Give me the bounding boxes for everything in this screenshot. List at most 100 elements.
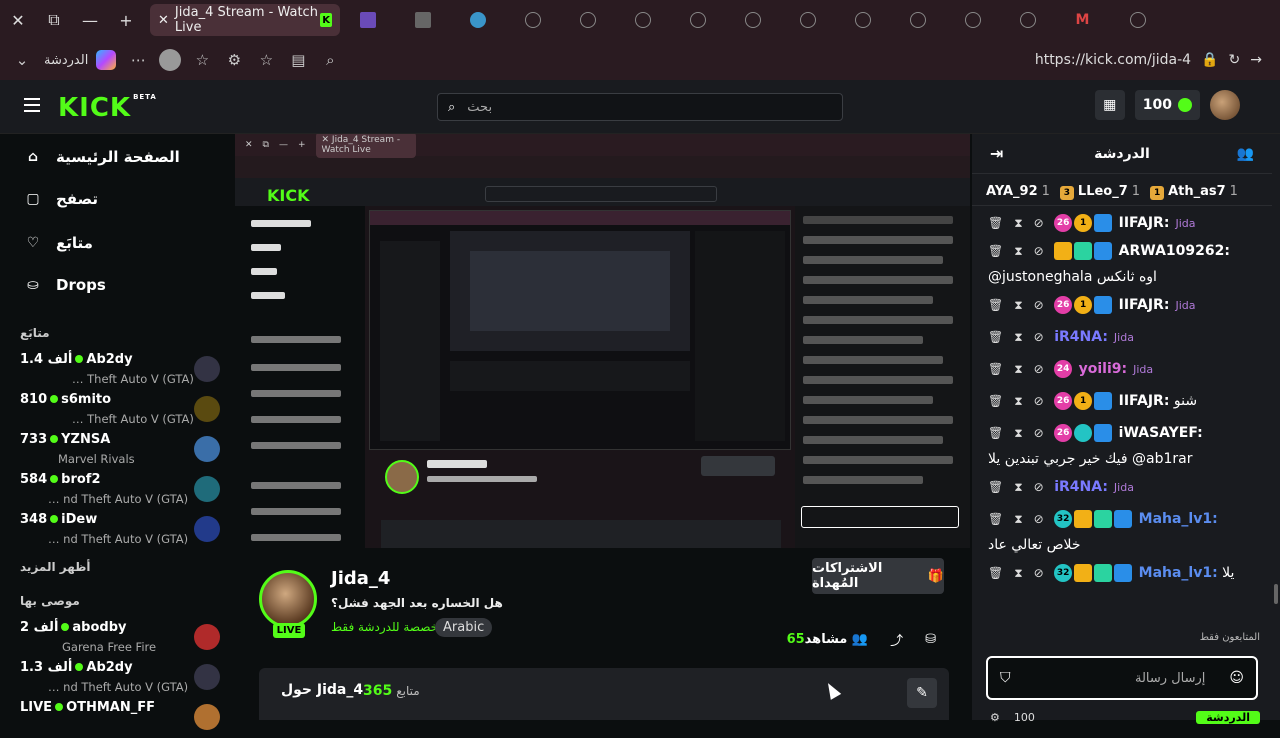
settings-icon[interactable]: ⚙ [990, 711, 1000, 724]
tab-globe[interactable] [835, 4, 890, 36]
tab-globe[interactable] [560, 4, 615, 36]
chat-message[interactable]: 🗑 ⧗ ⊘ ARWA109262: @justoneghala اوه ثانكس [988, 238, 1266, 290]
chat-message[interactable]: 🗑 ⧗ ⊘ 26 1 IIFAJR: Jida [988, 292, 1266, 319]
sidebar-item-following[interactable]: ♡ متابَع [24, 234, 93, 252]
gift-icon: 🎁 [927, 568, 944, 584]
copilot-button[interactable]: الدردشة [38, 50, 122, 70]
url-field[interactable]: https://kick.com/jida-4 🔒 ↻ → [1035, 52, 1274, 68]
chat-message[interactable]: 🗑 ⧗ ⊘ 26 iWASAYEF: فيك خير جربي تبندين يلا… [988, 420, 1266, 472]
search-placeholder: بحث [467, 99, 493, 115]
forward-icon[interactable]: → [1250, 52, 1262, 68]
favorite-add-icon[interactable]: ☆ [250, 44, 282, 76]
coins-button[interactable]: 100 [1134, 90, 1200, 120]
streamer-name[interactable]: Jida_4 [331, 568, 390, 589]
gifter-item[interactable]: AYA_92 1 [986, 184, 1050, 199]
tab-globe[interactable] [670, 4, 725, 36]
clip-icon[interactable]: ⛁ [925, 632, 936, 647]
ban-icon: ⊘ [1033, 362, 1044, 376]
users-icon[interactable]: 👥 [1237, 146, 1254, 162]
profile-icon[interactable] [154, 44, 186, 76]
tab-active[interactable]: ✕ Jida_4 Stream - Watch Live K [150, 4, 340, 36]
chat-placeholder: إرسال رسالة [1135, 670, 1206, 686]
tab-telegram[interactable] [450, 4, 505, 36]
tab-gmail[interactable]: M [1055, 4, 1110, 36]
stream-category[interactable]: مخصصة للدردشة فقط [331, 620, 445, 634]
heart-icon: ♡ [26, 235, 40, 251]
chat-input[interactable]: ⛉ إرسال رسالة ☺ [986, 656, 1258, 700]
chevron-down-icon[interactable]: ⌄ [6, 44, 38, 76]
new-tab-icon[interactable]: + [108, 4, 144, 36]
sidebar-item-browse[interactable]: ▢ تصفح [24, 190, 98, 208]
chat-scrollbar[interactable] [1272, 134, 1280, 720]
search-input[interactable]: ⌕ بحث [437, 93, 843, 121]
favorites-star-icon[interactable]: ☆ [186, 44, 218, 76]
channel-item[interactable]: LIVE OTHMAN_FF [20, 700, 220, 738]
emoji-icon[interactable]: ☺ [1229, 670, 1244, 686]
tab-globe[interactable] [505, 4, 560, 36]
channel-item[interactable]: 733 YZNSA Marvel Rivals [20, 432, 220, 470]
live-dot-icon [75, 663, 84, 671]
gift-icon[interactable]: ▦ [1094, 90, 1125, 120]
live-dot-icon [61, 623, 70, 631]
timeout-icon: ⧗ [1014, 512, 1023, 526]
tab-globe[interactable] [1110, 4, 1165, 36]
tab-globe[interactable] [615, 4, 670, 36]
delete-icon: 🗑 [988, 298, 1004, 312]
gifter-item[interactable]: 1 Ath_as7 1 [1150, 184, 1238, 200]
chat-message[interactable]: 🗑 ⧗ ⊘ iR4NA: Jida [988, 474, 1266, 501]
chat-message[interactable]: 🗑 ⧗ ⊘ 24 yoili9: Jida [988, 356, 1266, 383]
menu-icon[interactable] [24, 98, 40, 112]
channel-item[interactable]: 1.4 ألف Ab2dy … Theft Auto V (GTA) [20, 352, 220, 390]
collapse-chat-icon[interactable]: ⇥ [990, 144, 1003, 163]
chat-message[interactable]: 🗑 ⧗ ⊘ 32 Maha_lv1: خلاص تعالي عاد [988, 506, 1266, 558]
kick-page: KICK BETA ⌕ بحث ▦ 100 ⌂ الصفحة الرئيسية ▢… [0, 80, 1280, 730]
gift-subs-button[interactable]: الاشتراكات المُهداة 🎁 [812, 558, 944, 594]
sidebar-item-drops[interactable]: ⛀ Drops [24, 276, 106, 294]
show-more-link[interactable]: أظهر المزيد [20, 560, 91, 574]
shield-icon[interactable]: ⛉ [1000, 670, 1011, 686]
tab-globe[interactable] [725, 4, 780, 36]
streamer-avatar[interactable] [259, 570, 317, 628]
tab-actions-icon[interactable]: ⧉ [36, 4, 72, 36]
channel-item[interactable]: 2 ألف abodby Garena Free Fire [20, 620, 220, 658]
tab-gray[interactable] [395, 4, 450, 36]
close-tab-icon[interactable]: ✕ [158, 13, 169, 28]
ban-icon: ⊘ [1033, 216, 1044, 230]
ban-icon: ⊘ [1033, 330, 1044, 344]
chat-message[interactable]: 🗑 ⧗ ⊘ 32 Maha_lv1: يلا [988, 560, 1266, 586]
language-tag[interactable]: Arabic [435, 618, 493, 637]
about-title: حول Jida_4 [281, 682, 364, 698]
video-player[interactable]: ✕ ⧉ — + ✕ Jida_4 Stream - Watch Live KICK [235, 134, 970, 548]
tab-globe[interactable] [890, 4, 945, 36]
kick-logo[interactable]: KICK BETA [58, 93, 157, 123]
reading-view-icon[interactable]: ▤ [282, 44, 314, 76]
share-icon[interactable]: ⤴ [890, 630, 903, 649]
more-icon[interactable]: ⋯ [122, 44, 154, 76]
gifter-item[interactable]: 3 LLeo_7 1 [1059, 184, 1140, 200]
channel-item[interactable]: 584 brof2 … nd Theft Auto V (GTA) [20, 472, 220, 510]
chat-send-button[interactable]: الدردشة [1196, 710, 1260, 724]
minimize-icon[interactable]: — [72, 4, 108, 36]
tab-globe[interactable] [780, 4, 835, 36]
copilot-label: الدردشة [44, 52, 89, 68]
chat-message[interactable]: 🗑 ⧗ ⊘ 26 1 IIFAJR: Jida [988, 210, 1266, 237]
user-avatar[interactable] [1210, 90, 1240, 120]
ban-icon: ⊘ [1033, 244, 1044, 258]
stream-info: LIVE Jida_4 هل الخساره بعد الجهد فشل؟ مخ… [235, 548, 970, 720]
ban-icon: ⊘ [1033, 426, 1044, 440]
channel-item[interactable]: 810 s6mito … Theft Auto V (GTA) [20, 392, 220, 430]
tab-globe[interactable] [945, 4, 1000, 36]
extensions-icon[interactable]: ⚙ [218, 44, 250, 76]
chat-message[interactable]: 🗑 ⧗ ⊘ 26 1 IIFAJR: شنو [988, 388, 1266, 414]
channel-item[interactable]: 348 iDew … nd Theft Auto V (GTA) [20, 512, 220, 550]
sidebar-item-home[interactable]: ⌂ الصفحة الرئيسية [24, 148, 180, 166]
edit-pencil-icon[interactable]: ✎ [907, 678, 937, 708]
chat-message[interactable]: 🗑 ⧗ ⊘ iR4NA: Jida [988, 324, 1266, 351]
refresh-icon[interactable]: ↻ [1229, 52, 1241, 68]
tab-purple[interactable] [340, 4, 395, 36]
search-page-icon[interactable]: ⌕ [314, 44, 346, 76]
close-window-icon[interactable]: ✕ [0, 4, 36, 36]
channel-item[interactable]: 1.3 ألف Ab2dy … nd Theft Auto V (GTA) [20, 660, 220, 698]
tab-globe[interactable] [1000, 4, 1055, 36]
delete-icon: 🗑 [988, 566, 1004, 580]
